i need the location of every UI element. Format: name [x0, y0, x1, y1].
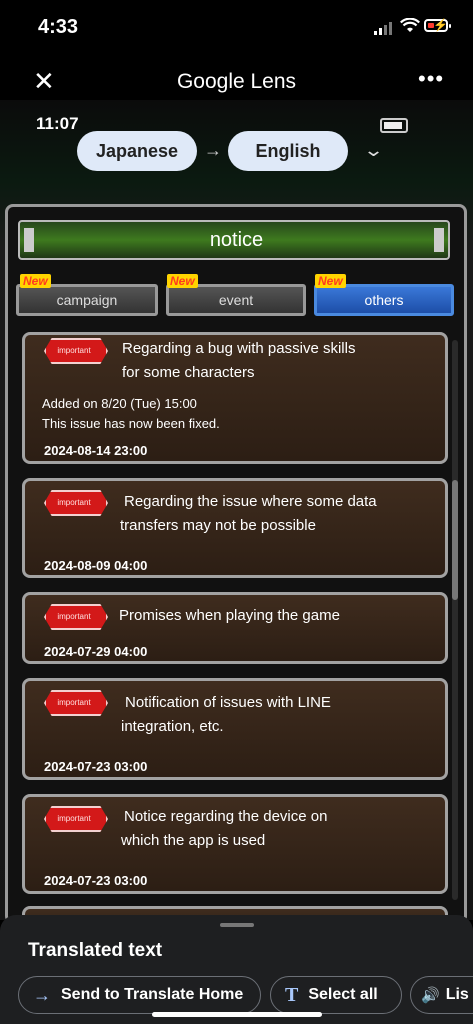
status-time: 4:33: [38, 16, 79, 38]
select-all-label: Select all: [308, 986, 378, 1003]
notice-title-line: integration, etc.: [121, 718, 224, 735]
speaker-icon: 🔊: [421, 987, 440, 1004]
arrow-right-icon: →: [204, 140, 222, 160]
notice-title-line: Regarding a bug with passive skills: [122, 340, 356, 357]
screenshot-status-icons: [380, 118, 408, 133]
important-badge-label: important: [57, 698, 91, 707]
notice-title-line: Notification of issues with LINE: [125, 694, 331, 711]
tab-others[interactable]: others: [314, 284, 454, 316]
important-badge-label: important: [57, 346, 91, 355]
signal-icon: [374, 22, 392, 35]
home-indicator: [152, 1012, 322, 1017]
scrollbar-track[interactable]: [452, 340, 458, 900]
tab-campaign[interactable]: campaign: [16, 284, 158, 316]
select-all-button[interactable]: T Select all: [270, 976, 402, 1014]
target-language-button[interactable]: English: [228, 131, 348, 171]
notice-date: 2024-08-09 04:00: [44, 558, 148, 573]
new-badge: New: [167, 274, 198, 288]
notice-title: notice: [209, 229, 264, 251]
notice-date: 2024-07-23 03:00: [44, 873, 148, 888]
tab-event[interactable]: event: [166, 284, 306, 316]
new-badge: New: [20, 274, 51, 288]
scrollbar-thumb[interactable]: [452, 480, 458, 600]
send-to-translate-label: Send to Translate Home: [61, 986, 244, 1003]
notice-title-line: Promises when playing the game: [119, 607, 340, 624]
notice-title-line: Regarding the issue where some data: [124, 493, 377, 510]
notice-body-line: This issue has now been fixed.: [42, 416, 220, 431]
chevron-down-icon[interactable]: ⌄: [363, 140, 384, 161]
screenshot-time: 11:07: [36, 114, 79, 133]
sheet-drag-handle[interactable]: [220, 923, 254, 927]
listen-button[interactable]: 🔊 Lis: [410, 976, 473, 1014]
new-badge: New: [315, 274, 346, 288]
notice-body-line: Added on 8/20 (Tue) 15:00: [42, 396, 197, 411]
notice-title-line: transfers may not be possible: [120, 517, 316, 534]
more-options-icon[interactable]: •••: [418, 66, 444, 92]
wifi-icon: [400, 18, 420, 32]
important-badge-label: important: [57, 498, 91, 507]
notice-title-line: for some characters: [122, 364, 255, 381]
sheet-title: Translated text: [28, 940, 163, 961]
battery-icon: ⚡: [424, 18, 451, 32]
notice-date: 2024-08-14 23:00: [44, 443, 148, 458]
send-to-translate-button[interactable]: → Send to Translate Home: [18, 976, 261, 1014]
source-language-button[interactable]: Japanese: [77, 131, 197, 171]
notice-title-line: Notice regarding the device on: [124, 808, 328, 825]
important-badge-label: important: [57, 612, 91, 621]
notice-date: 2024-07-23 03:00: [44, 759, 148, 774]
listen-label: Lis: [445, 986, 469, 1003]
arrow-right-icon: →: [33, 984, 51, 1005]
text-icon: T: [285, 983, 299, 1006]
page-title: Google Lens: [176, 70, 297, 93]
notice-date: 2024-07-29 04:00: [44, 644, 148, 659]
important-badge-label: important: [57, 814, 91, 823]
notice-title-line: which the app is used: [121, 832, 266, 849]
